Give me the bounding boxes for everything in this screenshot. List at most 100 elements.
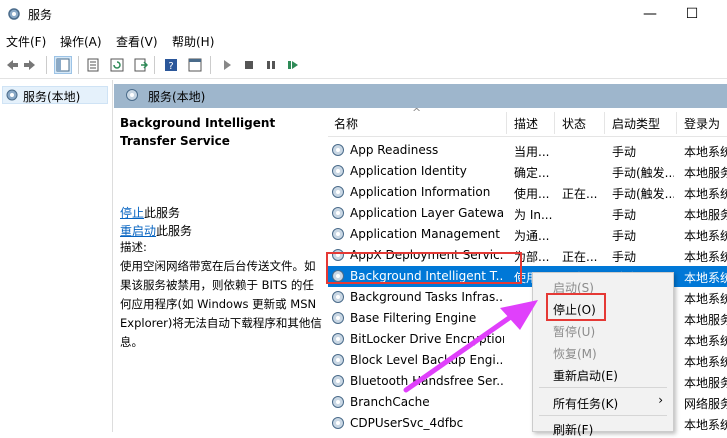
table-row[interactable]: Application Management 为通... 手动 本地系统 [328, 224, 727, 245]
cell-logon: 本地系统 [684, 292, 727, 306]
tree-item-services-local[interactable]: 服务(本地) [2, 86, 108, 104]
cell-startup: 手动 [612, 145, 637, 159]
cell-desc: 确定... [514, 166, 550, 180]
service-gear-icon [332, 207, 344, 219]
cell-name: App Readiness [350, 143, 439, 157]
menu-action[interactable]: 操作(A) [60, 33, 102, 50]
cell-logon: 网络服务 [684, 397, 727, 411]
minimize-button[interactable]: — [640, 4, 660, 24]
toolbar: ? [0, 52, 727, 79]
menu-item-refresh[interactable]: 刷新(F) [553, 421, 593, 438]
cell-startup: 手动 [612, 208, 637, 222]
cell-logon: 本地系统 [684, 334, 727, 348]
help-icon[interactable]: ? [162, 56, 180, 74]
column-name[interactable]: 名称 [334, 115, 358, 132]
window-title: 服务 [28, 8, 53, 22]
stop-suffix: 此服务 [144, 206, 181, 220]
toolbar-separator [46, 56, 47, 74]
service-gear-icon [332, 186, 344, 198]
column-logon-as[interactable]: 登录为 [684, 115, 720, 132]
cell-name: CDPUserSvc_4dfbc [350, 416, 464, 430]
restart-suffix: 此服务 [156, 224, 193, 238]
restart-service-icon[interactable] [284, 56, 302, 74]
menu-item-restart[interactable]: 重新启动(E) [553, 367, 618, 384]
sort-ascending-icon: ^ [412, 108, 422, 119]
show-hide-tree-icon[interactable] [54, 56, 72, 74]
selected-service-highlight [326, 252, 522, 284]
export-list-icon[interactable] [132, 56, 150, 74]
cell-name: Application Management [350, 227, 500, 241]
back-icon[interactable] [2, 56, 20, 74]
cell-logon: 本地系统 [684, 271, 727, 285]
cell-desc: 为 In... [514, 208, 552, 222]
cell-name: Application Layer Gatewa... [350, 206, 504, 220]
table-row[interactable]: Application Identity 确定... 手动(触发... 本地服务 [328, 161, 727, 182]
cell-startup: 手动 [612, 250, 637, 264]
column-startup-type[interactable]: 启动类型 [612, 115, 660, 132]
console-tree: 服务(本地) [0, 80, 113, 432]
cell-desc: 使用... [514, 187, 550, 201]
cell-logon: 本地服务 [684, 166, 727, 180]
service-gear-icon [332, 291, 344, 303]
service-description: 描述: 使用空闲网络带宽在后台传送文件。如果该服务被禁用，则依赖于 BITS 的… [120, 238, 322, 352]
service-gear-icon [332, 354, 344, 366]
title-bar: 服务 — ☐ [0, 0, 727, 28]
description-label: 描述: [120, 240, 147, 254]
cell-desc: 为通... [514, 229, 550, 243]
cell-status: 正在... [562, 187, 598, 201]
cell-logon: 本地系统 [684, 145, 727, 159]
description-pane: Background Intelligent Transfer Service … [120, 114, 322, 432]
cell-logon: 本地系统 [684, 250, 727, 264]
cell-desc: 当用... [514, 145, 550, 159]
cell-logon: 本地服务 [684, 208, 727, 222]
forward-icon[interactable] [22, 56, 40, 74]
service-title: Background Intelligent Transfer Service [120, 116, 276, 148]
table-row[interactable]: Application Information 使用... 正在... 手动(触发..… [328, 182, 727, 203]
stop-service-line: 停止此服务 [120, 204, 180, 221]
column-separator [676, 112, 677, 134]
service-gear-icon [332, 312, 344, 324]
service-gear-icon [332, 396, 344, 408]
cell-name: BranchCache [350, 395, 430, 409]
column-separator [554, 112, 555, 134]
list-header: ^ 名称 描述 状态 启动类型 登录为 [328, 108, 727, 137]
table-row[interactable]: Application Layer Gatewa... 为 In... 手动 本地服务 [328, 203, 727, 224]
console-icon[interactable] [186, 56, 204, 74]
menu-view[interactable]: 查看(V) [116, 33, 158, 50]
menu-separator [539, 415, 667, 416]
table-row[interactable]: App Readiness 当用... 手动 本地系统 [328, 140, 727, 161]
menu-item-pause[interactable]: 暂停(U) [553, 323, 595, 340]
toolbar-separator [78, 56, 79, 74]
menu-item-resume[interactable]: 恢复(M) [553, 345, 597, 362]
cell-logon: 本地系统 [684, 355, 727, 369]
pause-service-icon[interactable] [262, 56, 280, 74]
refresh-icon[interactable] [108, 56, 126, 74]
service-gear-icon [332, 228, 344, 240]
service-gear-icon [332, 333, 344, 345]
stop-menu-item-highlight [546, 293, 606, 321]
cell-logon: 本地服务 [684, 376, 727, 390]
cell-logon: 本地系统 [684, 187, 727, 201]
start-service-icon[interactable] [218, 56, 236, 74]
stop-link[interactable]: 停止 [120, 206, 144, 220]
menu-file[interactable]: 文件(F) [6, 33, 46, 50]
cell-status: 正在... [562, 250, 598, 264]
menu-help[interactable]: 帮助(H) [172, 33, 214, 50]
restart-link[interactable]: 重启动 [120, 224, 156, 238]
column-status[interactable]: 状态 [562, 115, 586, 132]
svg-text:?: ? [168, 61, 173, 72]
maximize-button[interactable]: ☐ [682, 4, 702, 24]
menu-item-all-tasks[interactable]: 所有任务(K) [553, 395, 618, 412]
column-separator [604, 112, 605, 134]
tree-item-label: 服务(本地) [23, 90, 81, 104]
service-gear-icon [332, 165, 344, 177]
column-description[interactable]: 描述 [514, 115, 538, 132]
properties-icon[interactable] [84, 56, 102, 74]
cell-logon: 本地服务 [684, 313, 727, 327]
menu-bar: 文件(F) 操作(A) 查看(V) 帮助(H) [0, 30, 727, 50]
pointer-arrow-icon [403, 300, 538, 393]
stop-service-icon[interactable] [240, 56, 258, 74]
gear-icon [6, 89, 18, 101]
restart-service-line: 重启动此服务 [120, 222, 192, 239]
service-gear-icon [332, 144, 344, 156]
